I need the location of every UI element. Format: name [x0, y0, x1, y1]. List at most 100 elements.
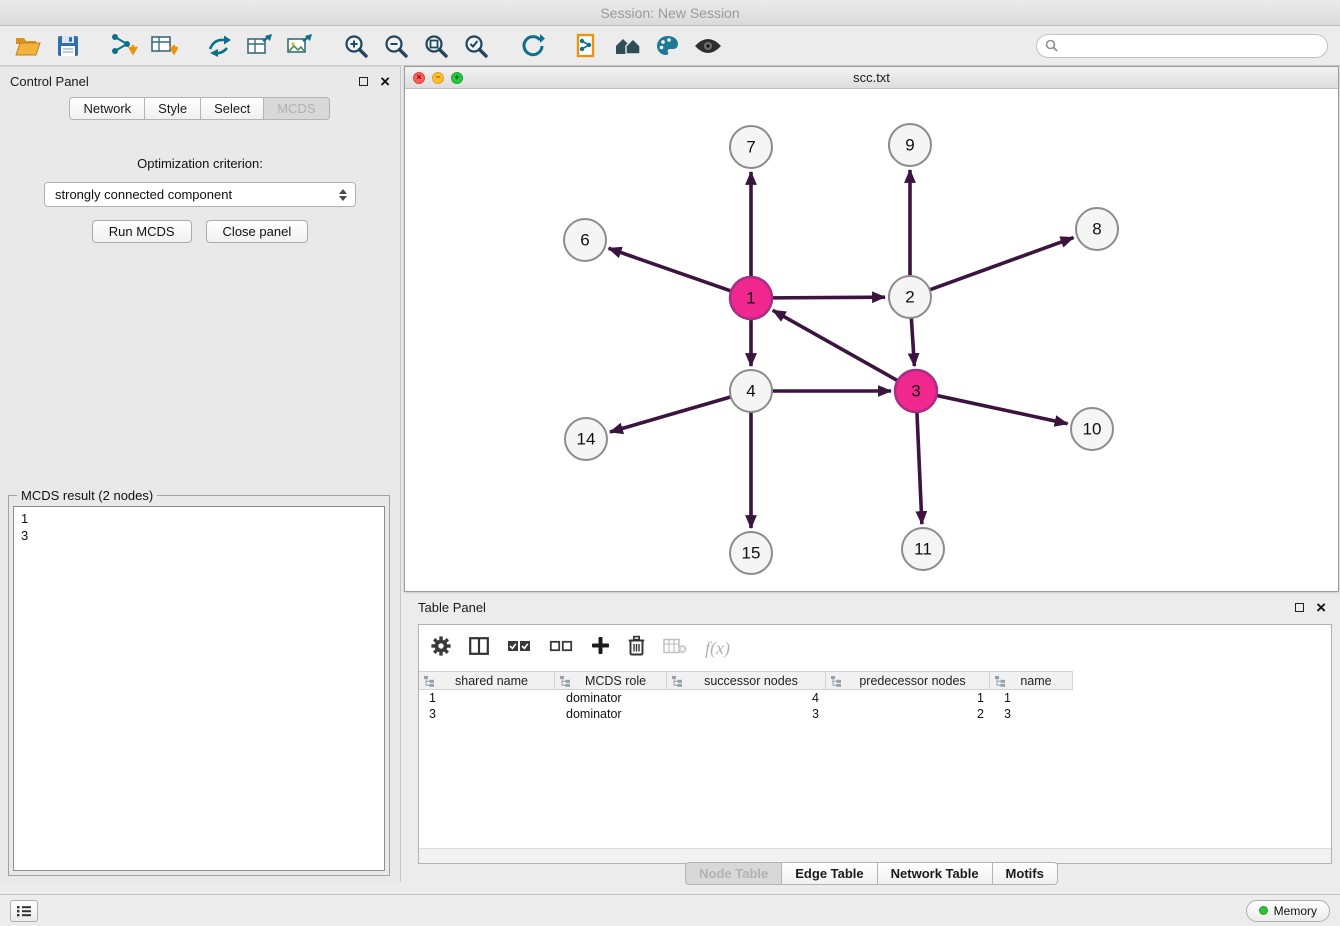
- select-all-columns-icon[interactable]: [507, 639, 531, 657]
- svg-text:2: 2: [905, 288, 914, 307]
- network-graph[interactable]: 7 9 6 8 1 2 4 3 14 10 15 11: [405, 89, 1338, 591]
- neighbors-icon[interactable]: [612, 30, 644, 62]
- tab-select[interactable]: Select: [200, 97, 264, 120]
- edge-4-to-14[interactable]: [610, 397, 731, 432]
- graph-node-2[interactable]: 2: [889, 276, 931, 318]
- svg-text:14: 14: [577, 430, 596, 449]
- mcds-result-item[interactable]: 3: [21, 527, 377, 544]
- network-canvas[interactable]: 7 9 6 8 1 2 4 3 14 10 15 11: [405, 89, 1338, 591]
- float-panel-icon[interactable]: [359, 77, 368, 86]
- close-window-icon[interactable]: ×: [413, 72, 425, 84]
- graph-node-3[interactable]: 3: [895, 370, 937, 412]
- graph-node-11[interactable]: 11: [902, 528, 944, 570]
- table-settings-gear-icon[interactable]: [431, 636, 451, 661]
- function-builder-icon: f(x): [705, 638, 730, 659]
- table-panel: Table Panel ×: [404, 594, 1340, 890]
- tab-motifs[interactable]: Motifs: [992, 862, 1058, 885]
- save-icon[interactable]: [52, 30, 84, 62]
- open-file-icon[interactable]: [12, 30, 44, 62]
- table-row[interactable]: 1dominator411: [419, 690, 1331, 706]
- memory-label: Memory: [1274, 904, 1317, 918]
- export-network-icon[interactable]: [204, 30, 236, 62]
- refresh-layout-icon[interactable]: [516, 30, 548, 62]
- create-column-icon[interactable]: [591, 636, 610, 660]
- close-panel-button[interactable]: Close panel: [206, 220, 309, 243]
- graph-node-6[interactable]: 6: [564, 219, 606, 261]
- tab-network[interactable]: Network: [69, 97, 145, 120]
- dropdown-selected-value: strongly connected component: [55, 187, 232, 202]
- import-network-icon[interactable]: [108, 30, 140, 62]
- table-tabs: Node TableEdge TableNetwork TableMotifs: [404, 862, 1340, 885]
- column-header-predecessor-nodes[interactable]: predecessor nodes: [825, 671, 990, 690]
- svg-text:1: 1: [746, 289, 755, 308]
- search-input[interactable]: [1064, 38, 1319, 53]
- graph-node-7[interactable]: 7: [730, 126, 772, 168]
- mcds-result-item[interactable]: 1: [21, 510, 377, 527]
- clipboard-network-icon[interactable]: [572, 30, 604, 62]
- show-columns-icon[interactable]: [469, 637, 489, 660]
- float-table-panel-icon[interactable]: [1295, 603, 1304, 612]
- edge-3-to-1[interactable]: [773, 310, 898, 380]
- tab-style[interactable]: Style: [144, 97, 201, 120]
- export-table-icon[interactable]: [244, 30, 276, 62]
- graph-node-9[interactable]: 9: [889, 124, 931, 166]
- table-panel-title: Table Panel: [418, 600, 486, 615]
- search-box[interactable]: [1036, 34, 1328, 58]
- task-history-button[interactable]: [10, 900, 38, 922]
- edge-2-to-8[interactable]: [930, 238, 1074, 290]
- optimization-criterion-select[interactable]: strongly connected component: [44, 182, 356, 207]
- minimize-window-icon[interactable]: −: [432, 72, 444, 84]
- edge-2-to-3[interactable]: [911, 318, 914, 366]
- table-cell: 4: [669, 691, 829, 705]
- column-header-MCDS-role[interactable]: MCDS role: [554, 671, 667, 690]
- svg-text:6: 6: [580, 231, 589, 250]
- graph-node-1[interactable]: 1: [730, 277, 772, 319]
- export-image-icon[interactable]: [284, 30, 316, 62]
- table-cell: dominator: [556, 707, 669, 721]
- table-body: 1dominator4113dominator323: [419, 690, 1331, 722]
- paint-style-icon[interactable]: [652, 30, 684, 62]
- graph-node-4[interactable]: 4: [730, 370, 772, 412]
- edge-1-to-2[interactable]: [772, 297, 885, 298]
- column-header-successor-nodes[interactable]: successor nodes: [666, 671, 826, 690]
- zoom-window-icon[interactable]: +: [451, 72, 463, 84]
- search-icon: [1045, 39, 1058, 52]
- zoom-in-icon[interactable]: [340, 30, 372, 62]
- tab-edge-table[interactable]: Edge Table: [781, 862, 877, 885]
- column-header-name[interactable]: name: [989, 671, 1073, 690]
- graph-node-14[interactable]: 14: [565, 418, 607, 460]
- unselect-all-columns-icon[interactable]: [549, 639, 573, 657]
- zoom-selected-icon[interactable]: [460, 30, 492, 62]
- table-horizontal-scrollbar[interactable]: [419, 848, 1331, 863]
- edge-3-to-10[interactable]: [937, 395, 1068, 423]
- zoom-fit-icon[interactable]: [420, 30, 452, 62]
- network-window-title: scc.txt: [405, 70, 1338, 85]
- memory-button[interactable]: Memory: [1246, 900, 1330, 922]
- svg-text:8: 8: [1092, 220, 1101, 239]
- eye-icon[interactable]: [692, 30, 724, 62]
- table-row[interactable]: 3dominator323: [419, 706, 1331, 722]
- network-window-titlebar[interactable]: scc.txt × − +: [405, 67, 1338, 89]
- graph-node-8[interactable]: 8: [1076, 208, 1118, 250]
- edge-3-to-11[interactable]: [917, 412, 922, 524]
- close-panel-icon[interactable]: ×: [380, 73, 390, 90]
- mcds-result-list[interactable]: 13: [13, 506, 385, 871]
- import-table-icon[interactable]: [148, 30, 180, 62]
- graph-node-15[interactable]: 15: [730, 532, 772, 574]
- delete-column-icon[interactable]: [628, 635, 645, 661]
- graph-node-10[interactable]: 10: [1071, 408, 1113, 450]
- memory-status-dot-icon: [1259, 906, 1268, 915]
- run-mcds-button[interactable]: Run MCDS: [92, 220, 192, 243]
- edge-1-to-6[interactable]: [609, 248, 732, 291]
- close-table-panel-icon[interactable]: ×: [1316, 599, 1326, 616]
- zoom-out-icon[interactable]: [380, 30, 412, 62]
- tab-node-table[interactable]: Node Table: [685, 862, 782, 885]
- delete-table-icon: [663, 638, 687, 659]
- tab-mcds[interactable]: MCDS: [263, 97, 329, 120]
- optimization-criterion-label: Optimization criterion:: [0, 156, 400, 171]
- tab-network-table[interactable]: Network Table: [877, 862, 993, 885]
- table-header-row: shared nameMCDS rolesuccessor nodesprede…: [419, 671, 1331, 690]
- main-toolbar: [0, 26, 1340, 66]
- table-cell: dominator: [556, 691, 669, 705]
- column-header-shared-name[interactable]: shared name: [418, 671, 555, 690]
